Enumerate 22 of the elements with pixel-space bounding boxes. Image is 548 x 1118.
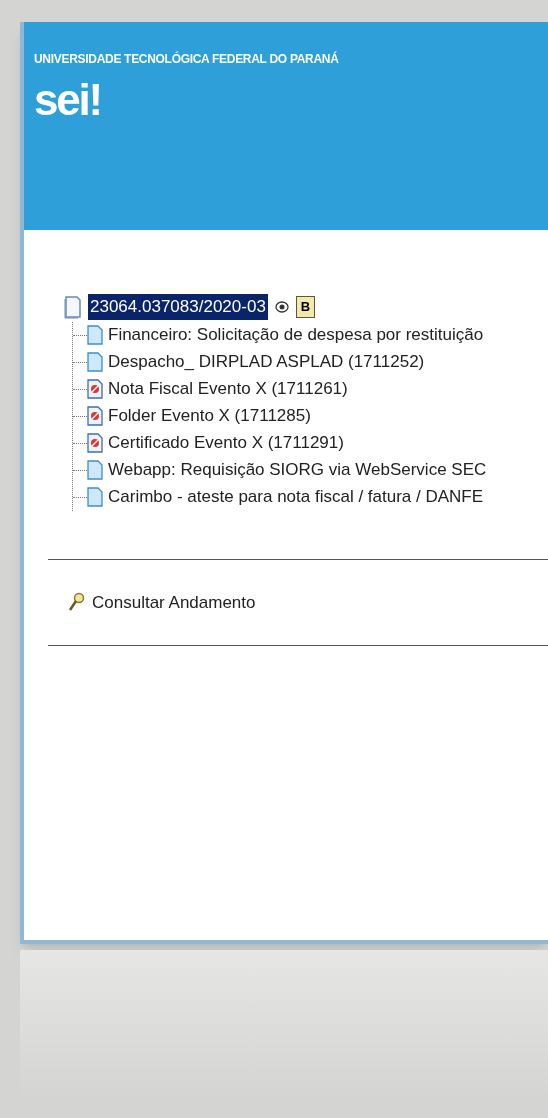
document-link[interactable]: Webapp: Requisição SIORG via WebService SEC	[108, 457, 487, 483]
document-link[interactable]: Folder Evento X (1711285)	[108, 403, 311, 429]
search-icon	[68, 592, 86, 613]
document-link[interactable]: Carimbo - ateste para nota fiscal / fatura / DANFE	[108, 484, 484, 510]
document-icon	[87, 487, 103, 507]
document-link[interactable]: Despacho_ DIRPLAD ASPLAD (1711252)	[108, 349, 425, 375]
block-badge[interactable]: B	[295, 295, 316, 318]
pdf-document-icon	[87, 379, 103, 399]
process-icon	[64, 294, 82, 319]
document-link[interactable]: Nota Fiscal Evento X (1711261)	[108, 376, 348, 402]
document-icon	[87, 460, 103, 480]
document-link[interactable]: Certificado Evento X (1711291)	[108, 430, 344, 456]
action-link[interactable]: Consultar Andamento	[92, 589, 256, 615]
sei-logo: sei!	[34, 78, 102, 122]
institution-name: UNIVERSIDADE TECNOLÓGICA FEDERAL DO PARANÁ	[34, 50, 340, 68]
process-number[interactable]: 23064.037083/2020-03	[88, 294, 268, 320]
document-icon	[87, 352, 103, 372]
pdf-document-icon	[87, 433, 103, 453]
document-icon	[87, 325, 103, 345]
eye-icon[interactable]	[273, 299, 290, 314]
document-link[interactable]: Financeiro: Solicitação de despesa por restituição	[108, 322, 484, 348]
pdf-document-icon	[87, 406, 103, 426]
